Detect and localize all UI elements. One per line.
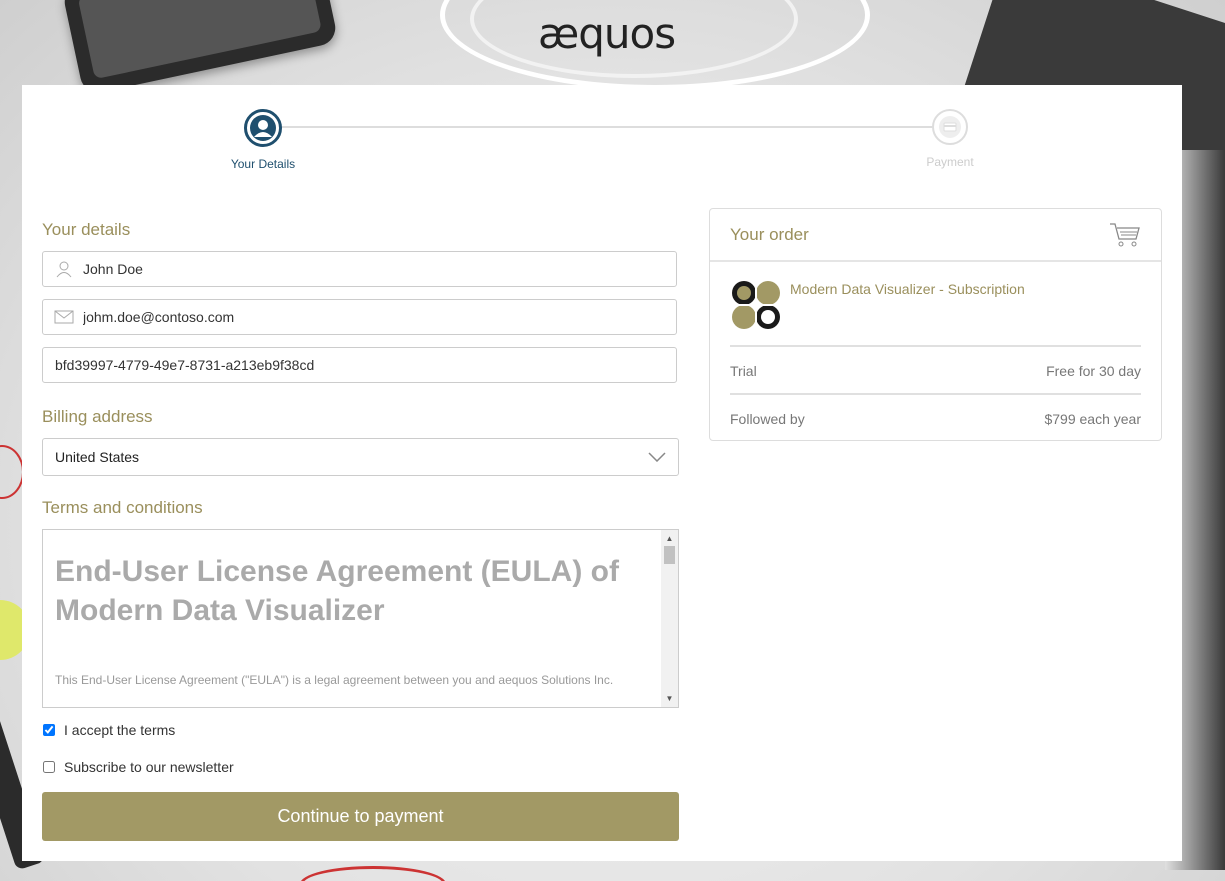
brand-logo: æquos xyxy=(538,9,676,58)
envelope-icon xyxy=(53,310,75,324)
terms-scrollbar[interactable]: ▲ ▼ xyxy=(661,530,678,707)
terms-scroll-box[interactable]: End-User License Agreement (EULA) of Mod… xyxy=(42,529,679,708)
chevron-down-icon xyxy=(648,449,666,465)
person-icon xyxy=(53,260,75,278)
newsletter-checkbox-row[interactable]: Subscribe to our newsletter xyxy=(42,759,234,775)
stepper-line xyxy=(262,126,950,128)
order-row-trial: Trial Free for 30 day xyxy=(730,363,1141,379)
order-header: Your order xyxy=(710,209,1161,262)
accept-terms-checkbox[interactable] xyxy=(43,724,55,736)
divider xyxy=(730,393,1141,395)
order-row-label: Trial xyxy=(730,363,757,379)
country-value: United States xyxy=(55,449,140,465)
scroll-down-icon[interactable]: ▼ xyxy=(661,694,678,703)
order-row-label: Followed by xyxy=(730,411,805,427)
step-your-details[interactable]: Your Details xyxy=(203,109,323,171)
divider xyxy=(730,345,1141,347)
step-payment[interactable]: Payment xyxy=(890,109,1010,169)
terms-title: Terms and conditions xyxy=(42,498,203,517)
order-title: Your order xyxy=(730,225,809,244)
order-summary-card: Your order Modern Data Visualizer - Subs… xyxy=(709,208,1162,441)
continue-to-payment-button[interactable]: Continue to payment xyxy=(42,792,679,841)
eula-heading: End-User License Agreement (EULA) of Mod… xyxy=(55,555,619,627)
step-label: Your Details xyxy=(230,157,296,171)
user-icon xyxy=(244,109,282,147)
country-select[interactable]: United States xyxy=(42,438,679,476)
scroll-up-icon[interactable]: ▲ xyxy=(661,534,678,543)
scroll-thumb[interactable] xyxy=(664,546,675,564)
id-field[interactable] xyxy=(42,347,677,383)
name-input[interactable] xyxy=(81,260,676,278)
product-logo-icon xyxy=(730,279,782,336)
email-input[interactable] xyxy=(81,308,676,326)
accept-terms-checkbox-row[interactable]: I accept the terms xyxy=(42,722,175,738)
product-name: Modern Data Visualizer - Subscription xyxy=(790,281,1025,297)
billing-address-title: Billing address xyxy=(42,407,153,426)
id-input[interactable] xyxy=(53,356,676,374)
newsletter-checkbox[interactable] xyxy=(43,761,55,773)
credit-card-icon xyxy=(932,109,968,145)
eula-body: This End-User License Agreement ("EULA")… xyxy=(55,673,614,687)
shopping-cart-icon xyxy=(1109,222,1141,253)
accept-terms-label: I accept the terms xyxy=(64,722,176,738)
name-field[interactable] xyxy=(42,251,677,287)
email-field[interactable] xyxy=(42,299,677,335)
your-details-title: Your details xyxy=(42,220,131,239)
order-row-value: $799 each year xyxy=(1044,411,1141,427)
step-label: Payment xyxy=(926,155,974,169)
order-row-followed-by: Followed by $799 each year xyxy=(730,411,1141,427)
order-row-value: Free for 30 day xyxy=(1046,363,1141,379)
newsletter-label: Subscribe to our newsletter xyxy=(64,759,234,775)
